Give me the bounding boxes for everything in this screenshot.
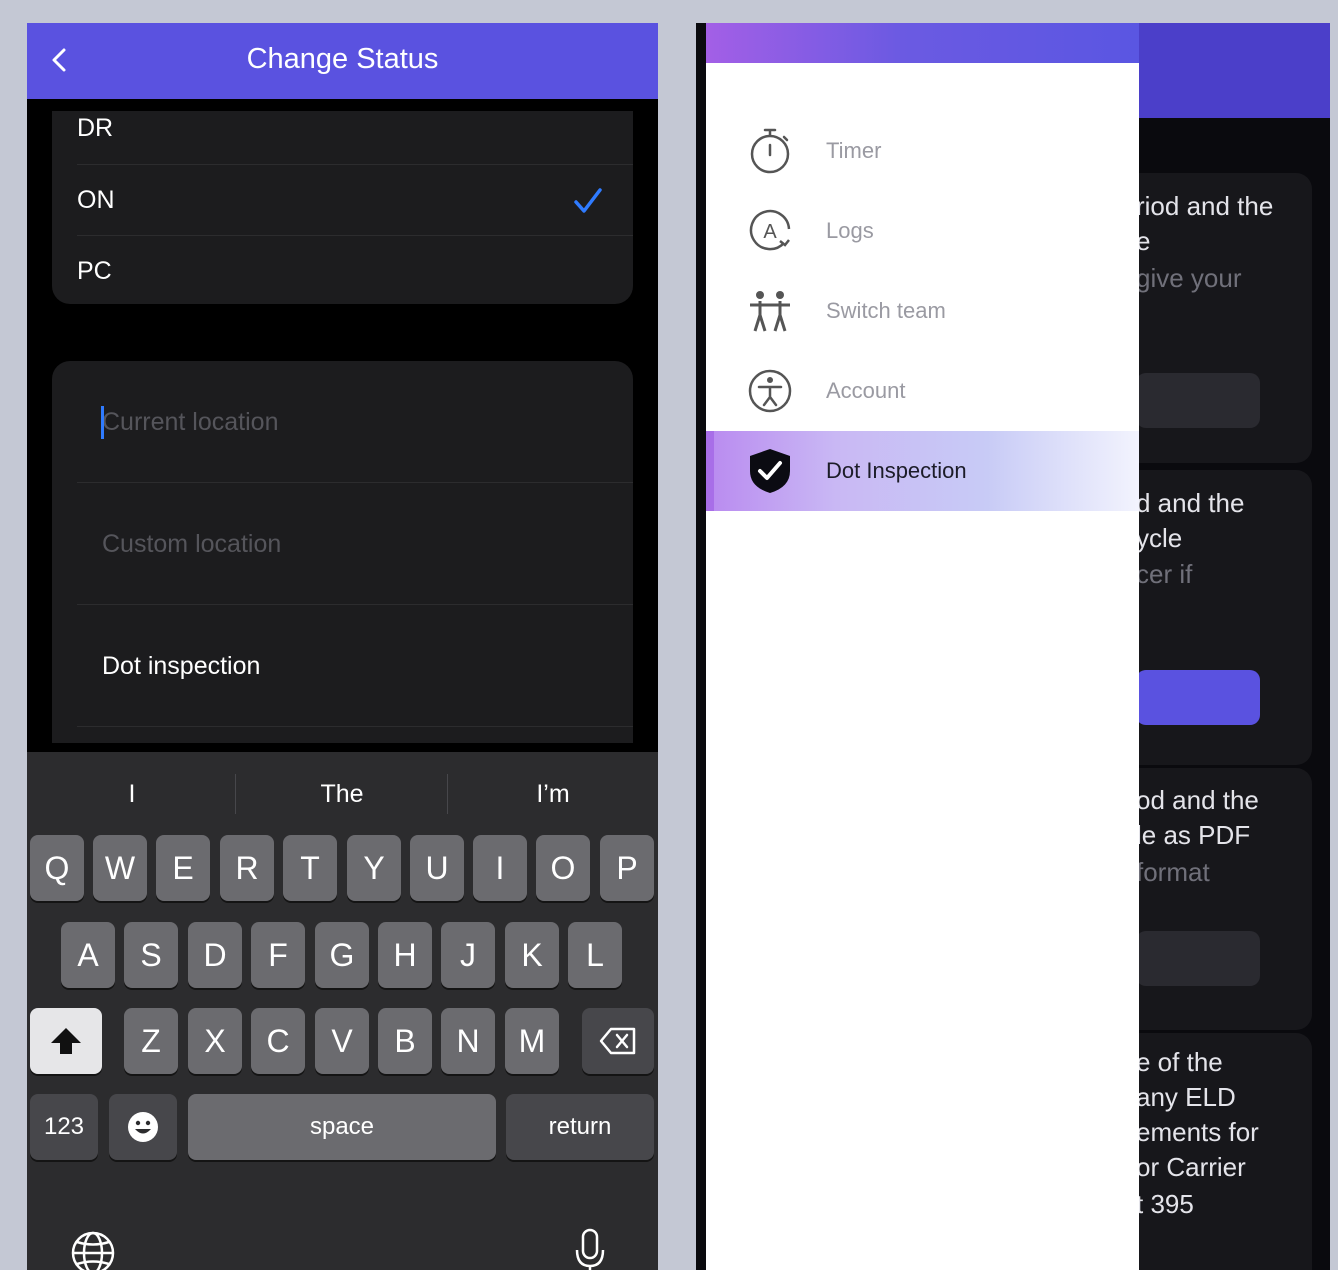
key-p[interactable]: P [600, 835, 654, 901]
shift-icon [51, 1028, 81, 1054]
backspace-icon [599, 1027, 636, 1055]
microphone-icon [575, 1228, 605, 1270]
change-status-screen: Change Status DR ON PC Dot inspection I … [27, 23, 658, 1270]
background-text: le as PDF [1136, 820, 1251, 850]
menu-item-dot-inspection[interactable]: Dot Inspection [706, 431, 1139, 511]
side-drawer: Timer A Logs Switch team Account Dot Ins… [706, 23, 1139, 1270]
keyboard: I The I’m Q W E R T Y U I O P A S D F G … [27, 752, 658, 1270]
emoji-key[interactable] [109, 1094, 177, 1160]
key-i[interactable]: I [473, 835, 527, 901]
status-label: PC [77, 256, 112, 285]
background-text: cer if [1136, 559, 1193, 589]
key-e[interactable]: E [156, 835, 210, 901]
menu-item-label: Switch team [826, 298, 946, 323]
status-label: ON [77, 185, 115, 214]
key-t[interactable]: T [283, 835, 337, 901]
key-z[interactable]: Z [124, 1008, 178, 1074]
menu-item-label: Timer [826, 138, 882, 163]
key-y[interactable]: Y [347, 835, 401, 901]
key-j[interactable]: J [441, 922, 495, 988]
key-r[interactable]: R [220, 835, 274, 901]
emoji-icon [128, 1112, 158, 1142]
dot-inspection-option[interactable]: Dot inspection [77, 605, 633, 727]
background-text: d and the [1136, 488, 1245, 518]
logs-icon: A [749, 209, 791, 251]
background-text: ycle [1136, 523, 1183, 553]
key-u[interactable]: U [410, 835, 464, 901]
key-k[interactable]: K [505, 922, 559, 988]
key-o[interactable]: O [536, 835, 590, 901]
dot-inspection-label: Dot inspection [102, 652, 261, 680]
key-q[interactable]: Q [30, 835, 84, 901]
dictation-button[interactable] [573, 1228, 607, 1270]
background-button [1136, 931, 1260, 986]
key-d[interactable]: D [188, 922, 242, 988]
menu-screen: riod and the e give your d and the ycle … [696, 23, 1330, 1270]
space-key[interactable]: space [188, 1094, 496, 1160]
key-x[interactable]: X [188, 1008, 242, 1074]
suggestion-1[interactable]: I [27, 766, 237, 822]
globe-button[interactable] [70, 1230, 116, 1270]
globe-icon [71, 1231, 115, 1270]
svg-text:A: A [763, 221, 777, 243]
current-location-input[interactable] [102, 361, 602, 483]
stopwatch-icon [750, 128, 790, 174]
nav-bar: Change Status [27, 23, 658, 99]
background-button [1136, 373, 1260, 428]
key-h[interactable]: H [378, 922, 432, 988]
drawer-header [706, 23, 1139, 63]
shift-key[interactable] [30, 1008, 102, 1074]
background-text: format [1136, 857, 1210, 887]
key-l[interactable]: L [568, 922, 622, 988]
background-button [1136, 670, 1260, 725]
key-s[interactable]: S [124, 922, 178, 988]
key-v[interactable]: V [315, 1008, 369, 1074]
location-form: Dot inspection [52, 361, 633, 743]
delete-key[interactable] [582, 1008, 654, 1074]
key-f[interactable]: F [251, 922, 305, 988]
suggestion-3[interactable]: I’m [448, 766, 658, 822]
menu-item-label: Account [826, 378, 906, 403]
menu-item-label: Dot Inspection [826, 458, 967, 483]
key-m[interactable]: M [505, 1008, 559, 1074]
drawer-edge [696, 23, 706, 1270]
menu-item-account[interactable]: Account [706, 351, 1139, 431]
team-icon [750, 291, 790, 332]
menu-item-switch-team[interactable]: Switch team [706, 271, 1139, 351]
key-a[interactable]: A [61, 922, 115, 988]
background-text: or Carrier [1136, 1152, 1246, 1182]
menu-item-logs[interactable]: A Logs [706, 191, 1139, 271]
background-text: ements for [1136, 1117, 1259, 1147]
page-title: Change Status [246, 43, 439, 75]
status-list: DR ON PC [52, 111, 633, 304]
key-c[interactable]: C [251, 1008, 305, 1074]
return-key[interactable]: return [506, 1094, 654, 1160]
text-cursor [101, 406, 104, 439]
key-b[interactable]: B [378, 1008, 432, 1074]
shield-check-icon [750, 449, 790, 493]
background-text: give your [1136, 263, 1242, 293]
background-text: e of the [1136, 1047, 1223, 1077]
checkmark-icon [574, 188, 602, 213]
key-g[interactable]: G [315, 922, 369, 988]
custom-location-input[interactable] [102, 483, 602, 605]
background-text: any ELD [1136, 1082, 1236, 1112]
status-label: DR [77, 114, 114, 142]
background-text: t 395 [1136, 1189, 1194, 1219]
status-option-dr[interactable]: DR [77, 111, 633, 164]
suggestion-divider [235, 774, 236, 814]
account-icon [748, 369, 792, 413]
background-text: riod and the [1136, 191, 1274, 221]
key-n[interactable]: N [441, 1008, 495, 1074]
menu-item-label: Logs [826, 218, 874, 243]
menu-item-timer[interactable]: Timer [706, 111, 1139, 191]
status-option-on[interactable]: ON [77, 164, 633, 235]
key-w[interactable]: W [93, 835, 147, 901]
numbers-key[interactable]: 123 [30, 1094, 98, 1160]
background-text: od and the [1136, 785, 1259, 815]
suggestion-2[interactable]: The [237, 766, 447, 822]
status-option-pc[interactable]: PC [77, 235, 633, 304]
